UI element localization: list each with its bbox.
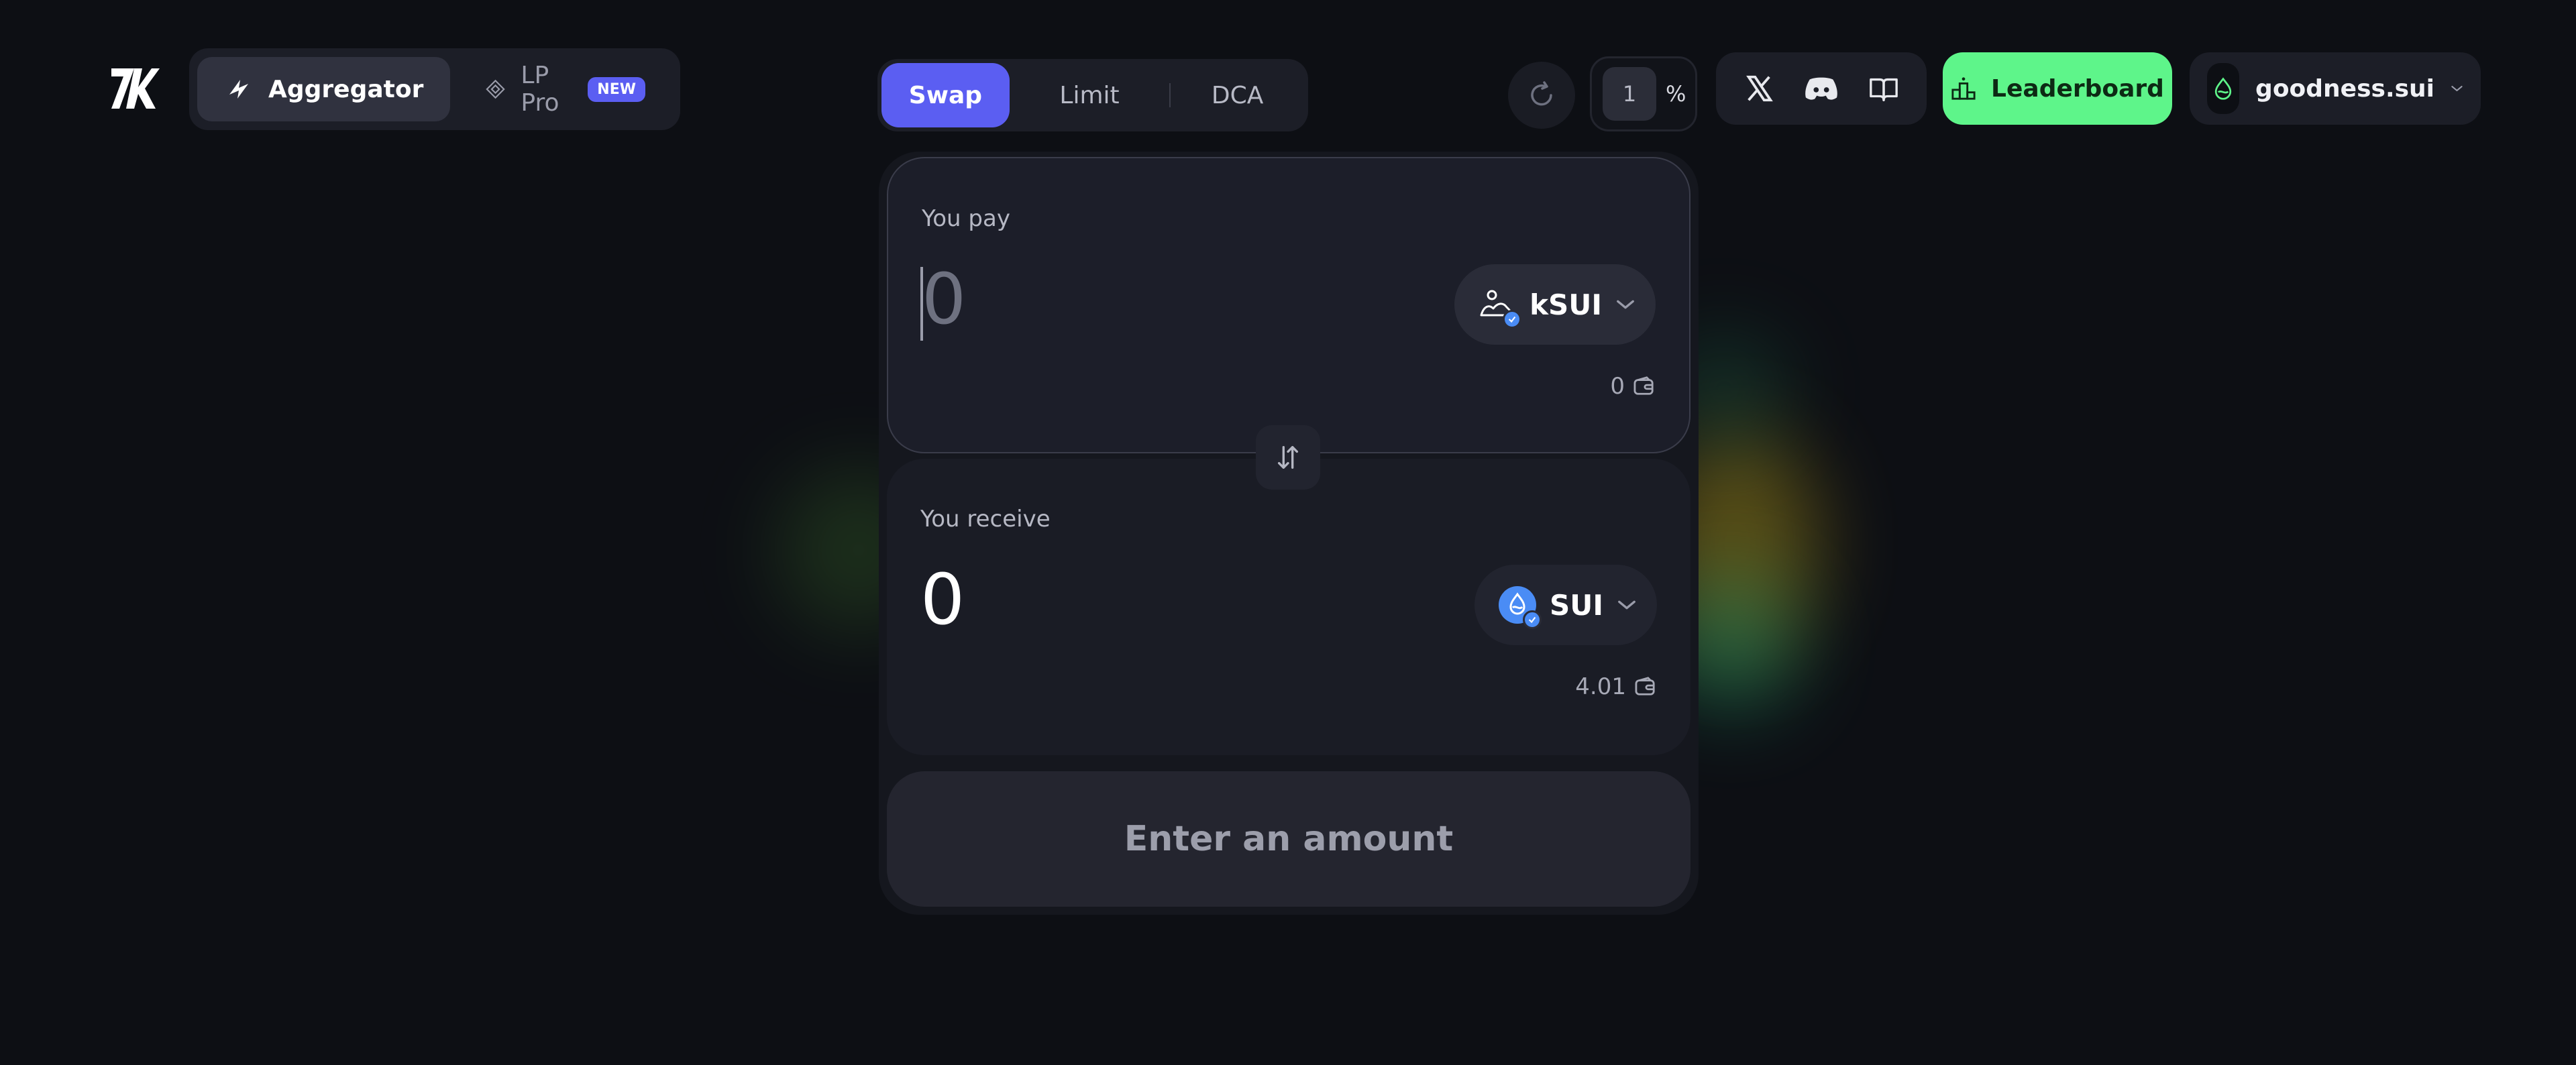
seven-k-logo[interactable] bbox=[107, 62, 161, 115]
receive-amount: 0 bbox=[920, 559, 965, 640]
lp-pro-icon bbox=[486, 79, 506, 99]
tab-limit[interactable]: Limit bbox=[1010, 63, 1169, 127]
pay-label: You pay bbox=[922, 205, 1010, 232]
swap-arrows-icon bbox=[1277, 446, 1299, 469]
aggregator-label: Aggregator bbox=[268, 75, 424, 103]
trade-type-tabs: Swap Limit DCA bbox=[877, 59, 1308, 131]
social-links bbox=[1716, 52, 1927, 125]
pay-panel: You pay 0 kSUI 0 bbox=[887, 157, 1690, 453]
chevron-down-icon bbox=[1618, 600, 1635, 610]
x-icon[interactable] bbox=[1740, 70, 1778, 107]
ksui-icon bbox=[1479, 286, 1522, 329]
mode-switch: Aggregator LP Pro NEW bbox=[189, 48, 680, 130]
sui-drop-icon bbox=[2214, 77, 2232, 100]
pay-balance[interactable]: 0 bbox=[1610, 373, 1656, 400]
wallet-icon bbox=[1635, 677, 1655, 695]
slippage-setting: 1 % bbox=[1590, 56, 1697, 131]
chevron-down-icon bbox=[2451, 85, 2463, 92]
receive-token-symbol: SUI bbox=[1550, 588, 1603, 622]
pay-token-symbol: kSUI bbox=[1529, 288, 1602, 321]
pay-amount-input[interactable]: 0 bbox=[922, 259, 966, 339]
receive-balance[interactable]: 4.01 bbox=[1575, 673, 1657, 700]
wallet-icon bbox=[1633, 376, 1654, 395]
slippage-input[interactable]: 1 bbox=[1603, 67, 1656, 121]
avatar bbox=[2207, 63, 2240, 114]
aggregator-icon bbox=[229, 80, 248, 99]
verified-check-icon bbox=[1523, 610, 1542, 629]
refresh-icon bbox=[1531, 81, 1552, 106]
enter-amount-button[interactable]: Enter an amount bbox=[887, 771, 1690, 907]
discord-icon[interactable] bbox=[1803, 70, 1840, 107]
sui-icon bbox=[1499, 586, 1542, 629]
tab-dca[interactable]: DCA bbox=[1171, 63, 1304, 127]
podium-icon bbox=[1951, 77, 1976, 100]
receive-token-selector[interactable]: SUI bbox=[1474, 565, 1657, 645]
tab-swap[interactable]: Swap bbox=[881, 63, 1010, 127]
docs-book-icon[interactable] bbox=[1865, 70, 1902, 107]
pay-balance-value: 0 bbox=[1610, 373, 1625, 400]
wallet-button[interactable]: goodness.sui bbox=[2190, 52, 2481, 125]
refresh-button[interactable] bbox=[1508, 62, 1575, 129]
lp-pro-label: LP Pro bbox=[521, 62, 559, 117]
slippage-unit: % bbox=[1666, 81, 1686, 107]
chevron-down-icon bbox=[1617, 300, 1634, 309]
verified-check-icon bbox=[1503, 310, 1522, 329]
receive-balance-value: 4.01 bbox=[1575, 673, 1626, 700]
new-badge: NEW bbox=[588, 76, 645, 102]
aggregator-mode-button[interactable]: Aggregator bbox=[197, 57, 451, 121]
pay-token-selector[interactable]: kSUI bbox=[1454, 264, 1656, 345]
receive-label: You receive bbox=[920, 506, 1051, 532]
flip-tokens-button[interactable] bbox=[1256, 425, 1320, 490]
leaderboard-label: Leaderboard bbox=[1991, 74, 2164, 103]
wallet-name: goodness.sui bbox=[2255, 74, 2435, 103]
receive-panel: You receive 0 SUI 4.01 bbox=[887, 459, 1690, 755]
leaderboard-button[interactable]: Leaderboard bbox=[1943, 52, 2172, 125]
lp-pro-mode-button[interactable]: LP Pro NEW bbox=[458, 57, 672, 121]
